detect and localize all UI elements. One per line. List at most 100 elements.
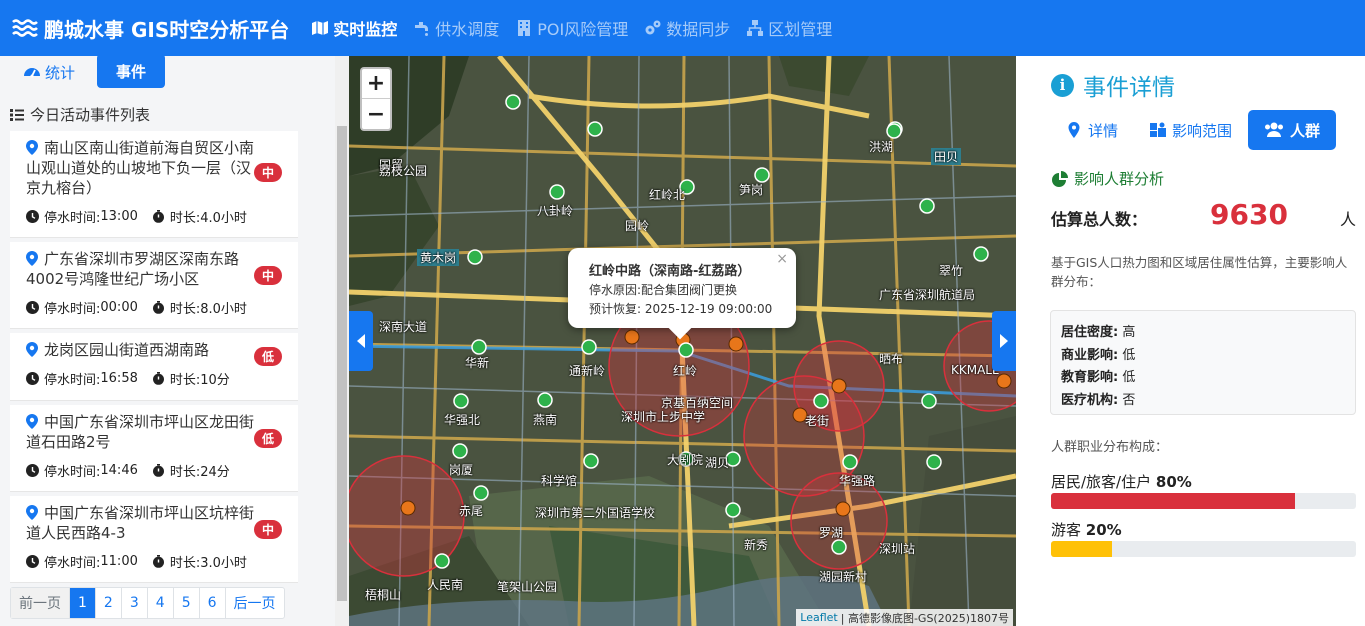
tab-statistics[interactable]: 统计 (15, 56, 83, 88)
time-label: 停水时间: (44, 211, 101, 226)
map-label: 大剧院 (667, 453, 704, 467)
map-icon (312, 21, 329, 35)
nav-label: POI风险管理 (537, 20, 629, 39)
attribution-text: | 高德影像底图-GS(2025)1807号 (840, 611, 1009, 625)
event-time: 16:58 (100, 371, 138, 386)
distribution-name: 居民/旅客/住户 (1051, 473, 1152, 491)
severity-badge: 中 (254, 520, 282, 539)
tab-impact-range[interactable]: 影响范围 (1134, 110, 1248, 150)
popup-reason: 停水原因:配合集团阀门更换 (589, 283, 738, 297)
page-prev-button[interactable]: 前一页 (11, 588, 70, 618)
map-label: 广东省深圳航道局 (879, 288, 976, 302)
event-time: 13:00 (100, 209, 138, 224)
event-address: 广东省深圳市罗湖区深南东路4002号鸿隆世纪广场小区 (26, 249, 284, 289)
severity-badge: 中 (254, 163, 282, 182)
attribute-key: 医疗机构: (1061, 392, 1119, 408)
tab-population[interactable]: 人群 (1248, 110, 1337, 150)
event-item[interactable]: 中国广东省深圳市坪山区龙田街道石田路2号 低 停水时间: 14:46 时长: 2… (10, 405, 298, 492)
event-item[interactable]: 广东省深圳市罗湖区深南东路4002号鸿隆世纪广场小区 中 停水时间: 00:00… (10, 242, 298, 329)
page-2-button[interactable]: 2 (96, 588, 122, 618)
nav-realtime-monitor[interactable]: 实时监控 (311, 16, 397, 40)
pagination: 前一页 1 2 3 4 5 6 后一页 (10, 587, 285, 619)
gears-icon (645, 20, 661, 35)
event-item[interactable]: 龙岗区园山街道西湖南路 低 停水时间: 16:58 时长: 10分 (10, 333, 298, 401)
location-pin-icon (26, 342, 38, 357)
attribute-key: 商业影响: (1061, 347, 1119, 363)
time-label: 停水时间: (44, 302, 101, 317)
attribute-value: 高 (1122, 325, 1136, 340)
page-6-button[interactable]: 6 (200, 588, 226, 618)
event-duration: 24分 (200, 465, 230, 480)
nav-label: 数据同步 (666, 20, 731, 39)
page-1-button[interactable]: 1 (70, 588, 96, 618)
event-list: 南山区南山街道前海自贸区小南山观山道处的山坡地下负一层（汉京九榕台） 中 停水时… (10, 131, 298, 587)
popup-restore: 预计恢复: 2025-12-19 09:00:00 (589, 302, 773, 316)
map-label: 罗湖 (819, 526, 844, 540)
zoom-control: + − (360, 67, 392, 131)
tab-details[interactable]: 详情 (1050, 110, 1134, 150)
attribute-value: 否 (1122, 392, 1136, 408)
event-time: 14:46 (100, 463, 138, 478)
nav-water-dispatch[interactable]: 供水调度 (413, 16, 499, 40)
event-item[interactable]: 南山区南山街道前海自贸区小南山观山道处的山坡地下负一层（汉京九榕台） 中 停水时… (10, 131, 298, 238)
event-address-text: 南山区南山街道前海自贸区小南山观山道处的山坡地下负一层（汉京九榕台） (26, 139, 255, 197)
clock-icon (26, 464, 39, 477)
map-attribution: Leaflet | 高德影像底图-GS(2025)1807号 (796, 609, 1013, 626)
severity-badge: 低 (254, 347, 282, 366)
location-pin-icon (26, 140, 38, 155)
left-scrollbar-thumb[interactable] (337, 126, 347, 601)
collapse-right-panel-button[interactable] (992, 311, 1016, 371)
collapse-left-panel-button[interactable] (349, 311, 373, 371)
zoom-out-button[interactable]: − (362, 99, 390, 129)
map-label: 荔枝公园 (379, 164, 428, 178)
duration-label: 时长: (169, 211, 201, 226)
severity-badge: 中 (254, 266, 282, 285)
location-pin-icon (26, 251, 38, 266)
zoom-in-button[interactable]: + (362, 69, 390, 99)
stopwatch-icon (152, 555, 164, 568)
distribution-name: 游客 (1051, 521, 1082, 539)
page-3-button[interactable]: 3 (122, 588, 148, 618)
event-meta: 停水时间: 14:46 时长: 24分 (26, 461, 284, 480)
event-address: 中国广东省深圳市坪山区坑梓街道人民西路4-3 (26, 503, 284, 543)
app-brand[interactable]: 鹏城水事 GIS时空分析平台 (0, 14, 289, 43)
building-icon (518, 20, 531, 36)
nav-data-sync[interactable]: 数据同步 (644, 16, 730, 40)
map-label: 燕南 (533, 413, 558, 427)
nav-label: 实时监控 (333, 20, 398, 39)
map-label: 深圳市上步中学 (621, 410, 706, 424)
event-address: 龙岗区园山街道西湖南路 (26, 340, 284, 360)
attribute-row: 医疗机构: 否 (1061, 390, 1345, 413)
map-label: 赤尾 (459, 504, 484, 518)
map-label: 黄木岗 (417, 249, 460, 266)
map-label: 翠竹 (939, 264, 964, 278)
tab-label: 详情 (1088, 121, 1119, 140)
pie-chart-icon (1052, 170, 1068, 187)
time-label: 停水时间: (44, 373, 101, 388)
clock-icon (26, 372, 39, 385)
leaflet-link[interactable]: Leaflet (800, 611, 837, 624)
event-address-text: 中国广东省深圳市坪山区坑梓街道人民西路4-3 (26, 504, 255, 542)
page-next-button[interactable]: 后一页 (226, 588, 284, 618)
tab-events[interactable]: 事件 (97, 54, 165, 88)
clock-icon (26, 555, 39, 568)
popup-close-button[interactable]: × (776, 251, 788, 267)
map-label: 红岭 (673, 364, 698, 378)
map-label: 湖园新村 (819, 570, 868, 584)
list-title-text: 今日活动事件列表 (30, 106, 151, 124)
event-duration: 8.0小时 (200, 302, 247, 317)
event-address: 南山区南山街道前海自贸区小南山观山道处的山坡地下负一层（汉京九榕台） (26, 138, 284, 198)
left-panel: 统计 事件 今日活动事件列表 南山区南山街道前海自贸区小南山观山道处的山坡地下负… (0, 54, 349, 626)
nav-poi-risk[interactable]: POI风险管理 (515, 16, 628, 40)
main-nav: 实时监控 供水调度 POI风险管理 数据同步 区划管理 (311, 16, 848, 40)
nav-division-manage[interactable]: 区划管理 (746, 16, 832, 40)
event-meta: 停水时间: 00:00 时长: 8.0小时 (26, 298, 284, 317)
page-4-button[interactable]: 4 (148, 588, 174, 618)
duration-label: 时长: (169, 465, 201, 480)
event-detail-title-text: 事件详情 (1083, 75, 1175, 101)
map-view[interactable]: 国贸 红岭北 笋岗 八卦岭 园岭 黄木岗 洪湖 田贝 华新 通新岭 红岭 老街 … (349, 56, 1016, 626)
page-5-button[interactable]: 5 (174, 588, 200, 618)
total-population-value: 9630 (1210, 198, 1288, 231)
event-item[interactable]: 中国广东省深圳市坪山区坑梓街道人民西路4-3 中 停水时间: 11:00 时长:… (10, 496, 298, 583)
map-label: 新秀 (744, 538, 769, 552)
